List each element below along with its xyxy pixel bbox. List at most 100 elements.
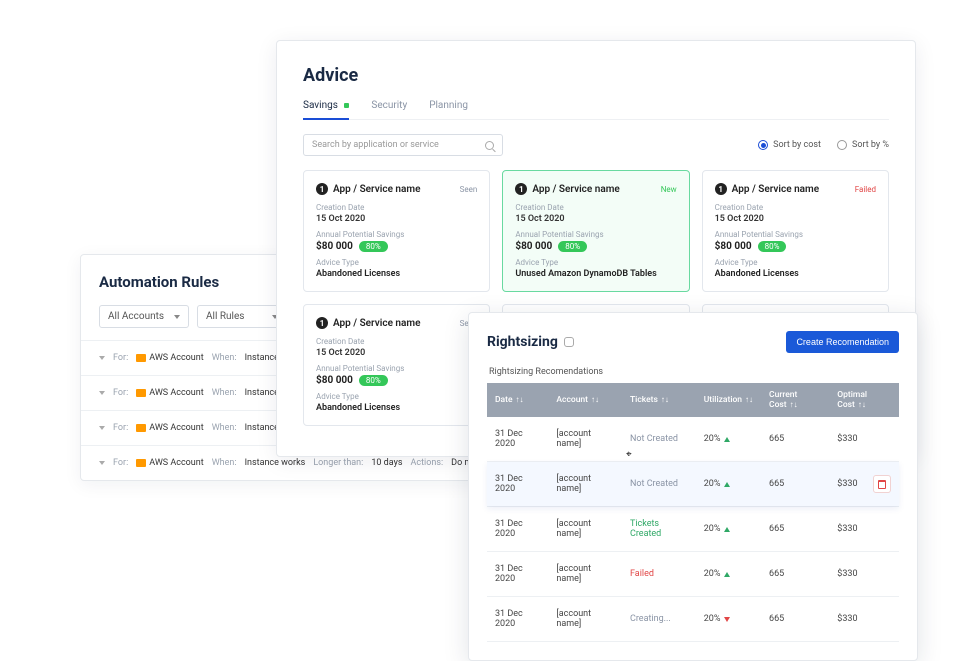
column-header[interactable]: Date↑↓ <box>487 383 548 417</box>
advice-card[interactable]: 1 App / Service name New Creation Date 1… <box>502 170 689 292</box>
savings-percent-badge: 80% <box>359 375 388 386</box>
advice-type-value: Unused Amazon DynamoDB Tables <box>515 269 676 279</box>
savings-label: Annual Potential Savings <box>316 230 477 239</box>
table-row[interactable]: 31 Dec 2020 [account name] Failed 20% 66… <box>487 552 899 597</box>
rule-account: AWS Account <box>136 458 203 468</box>
search-input[interactable]: Search by application or service <box>303 134 503 156</box>
chevron-down-icon <box>99 461 105 465</box>
card-header: 1 App / Service name Seen <box>316 183 477 195</box>
card-status: Failed <box>855 185 876 194</box>
tab-security[interactable]: Security <box>371 100 407 119</box>
advice-toolbar: Search by application or service Sort by… <box>303 134 889 156</box>
cell-account: [account name] <box>548 417 622 462</box>
rightsizing-panel: Rightsizing Create Recomendation Rightsi… <box>468 312 918 661</box>
column-header[interactable]: Tickets↑↓ <box>622 383 696 417</box>
cell-optimal-cost: $330 <box>829 552 899 597</box>
cell-account: [account name] <box>548 597 622 642</box>
savings-row: $80 000 80% <box>515 241 676 252</box>
sort-by-cost-radio[interactable]: Sort by cost <box>758 140 821 150</box>
aws-icon <box>136 354 146 362</box>
filter-accounts-select[interactable]: All Accounts <box>99 305 189 328</box>
search-icon <box>485 141 494 150</box>
card-number-icon: 1 <box>715 183 727 195</box>
advice-card[interactable]: 1 App / Service name Failed Creation Dat… <box>702 170 889 292</box>
rule-actions-label: Actions: <box>411 458 444 468</box>
tab-planning[interactable]: Planning <box>429 100 468 119</box>
column-header[interactable]: Current Cost↑↓ <box>761 383 829 417</box>
arrow-up-icon <box>724 482 730 487</box>
column-header[interactable]: Optimal Cost↑↓ <box>829 383 899 417</box>
card-number-icon: 1 <box>316 317 328 329</box>
savings-row: $80 000 80% <box>316 375 477 386</box>
advice-title: Advice <box>303 65 889 86</box>
savings-row: $80 000 80% <box>316 241 477 252</box>
advice-card[interactable]: 1 App / Service name Seen Creation Date … <box>303 170 490 292</box>
arrow-up-icon <box>724 437 730 442</box>
cell-tickets: Not Created <box>622 462 696 507</box>
table-row[interactable]: 31 Dec 2020 [account name] Not Created 2… <box>487 417 899 462</box>
radio-icon <box>758 140 768 150</box>
savings-amount: $80 000 <box>715 241 752 252</box>
chevron-down-icon <box>174 315 180 319</box>
table-row[interactable]: 31 Dec 2020 [account name] Tickets Creat… <box>487 507 899 552</box>
creation-date-label: Creation Date <box>316 337 477 346</box>
rule-longer-value: 10 days <box>371 458 402 468</box>
column-header[interactable]: Utilization↑↓ <box>696 383 761 417</box>
card-number-icon: 1 <box>515 183 527 195</box>
savings-amount: $80 000 <box>515 241 552 252</box>
table-row[interactable]: 31 Dec 2020 [account name] Not Created 2… <box>487 462 899 507</box>
creation-date-label: Creation Date <box>515 203 676 212</box>
tab-savings[interactable]: Savings <box>303 100 349 119</box>
advice-tabs: Savings Security Planning <box>303 100 889 120</box>
cell-utilization: 20% <box>696 507 761 552</box>
rule-for-label: For: <box>113 353 128 363</box>
card-title: App / Service name <box>732 184 819 195</box>
delete-button[interactable] <box>873 475 891 493</box>
link-icon[interactable] <box>564 337 574 347</box>
cell-current-cost: 665 <box>761 597 829 642</box>
column-header[interactable]: Account↑↓ <box>548 383 622 417</box>
create-recommendation-button[interactable]: Create Recomendation <box>786 331 899 353</box>
rule-for-label: For: <box>113 388 128 398</box>
savings-amount: $80 000 <box>316 241 353 252</box>
savings-percent-badge: 80% <box>758 241 787 252</box>
filter-rules-select[interactable]: All Rules <box>197 305 287 328</box>
creation-date-value: 15 Oct 2020 <box>515 214 676 224</box>
cell-optimal-cost: $330 <box>829 597 899 642</box>
table-row[interactable]: 31 Dec 2020 [account name] Creating... 2… <box>487 597 899 642</box>
advice-type-label: Advice Type <box>316 392 477 401</box>
rightsizing-table: Date↑↓Account↑↓Tickets↑↓Utilization↑↓Cur… <box>487 383 899 642</box>
cell-current-cost: 665 <box>761 507 829 552</box>
card-header: 1 App / Service name Failed <box>715 183 876 195</box>
cell-date: 31 Dec 2020 <box>487 597 548 642</box>
chevron-down-icon <box>99 426 105 430</box>
rightsizing-subtitle: Rightsizing Recomendations <box>487 367 899 377</box>
card-title-group: 1 App / Service name <box>316 183 420 195</box>
aws-icon <box>136 424 146 432</box>
card-header: 1 App / Service name New <box>515 183 676 195</box>
tab-label: Planning <box>429 100 468 111</box>
rule-longer-label: Longer than: <box>313 458 363 468</box>
sort-options: Sort by cost Sort by % <box>758 140 889 150</box>
table-body: 31 Dec 2020 [account name] Not Created 2… <box>487 417 899 642</box>
sort-icon: ↑↓ <box>858 400 866 409</box>
cell-tickets: Not Created <box>622 417 696 462</box>
arrow-up-icon <box>724 527 730 532</box>
rule-account: AWS Account <box>136 353 203 363</box>
card-header: 1 App / Service name Seen <box>316 317 477 329</box>
creation-date-label: Creation Date <box>316 203 477 212</box>
rule-when-label: When: <box>212 353 237 363</box>
sort-icon: ↑↓ <box>591 395 599 404</box>
card-status: Seen <box>460 185 478 194</box>
cell-date: 31 Dec 2020 <box>487 552 548 597</box>
savings-label: Annual Potential Savings <box>715 230 876 239</box>
sort-icon: ↑↓ <box>745 395 753 404</box>
creation-date-value: 15 Oct 2020 <box>715 214 876 224</box>
sort-by-percent-radio[interactable]: Sort by % <box>837 140 889 150</box>
cell-utilization: 20% <box>696 417 761 462</box>
rightsizing-title: Rightsizing <box>487 334 558 350</box>
cursor-icon: ⌖ <box>626 449 632 460</box>
advice-type-label: Advice Type <box>316 258 477 267</box>
search-placeholder: Search by application or service <box>312 140 439 150</box>
advice-card[interactable]: 1 App / Service name Seen Creation Date … <box>303 304 490 426</box>
